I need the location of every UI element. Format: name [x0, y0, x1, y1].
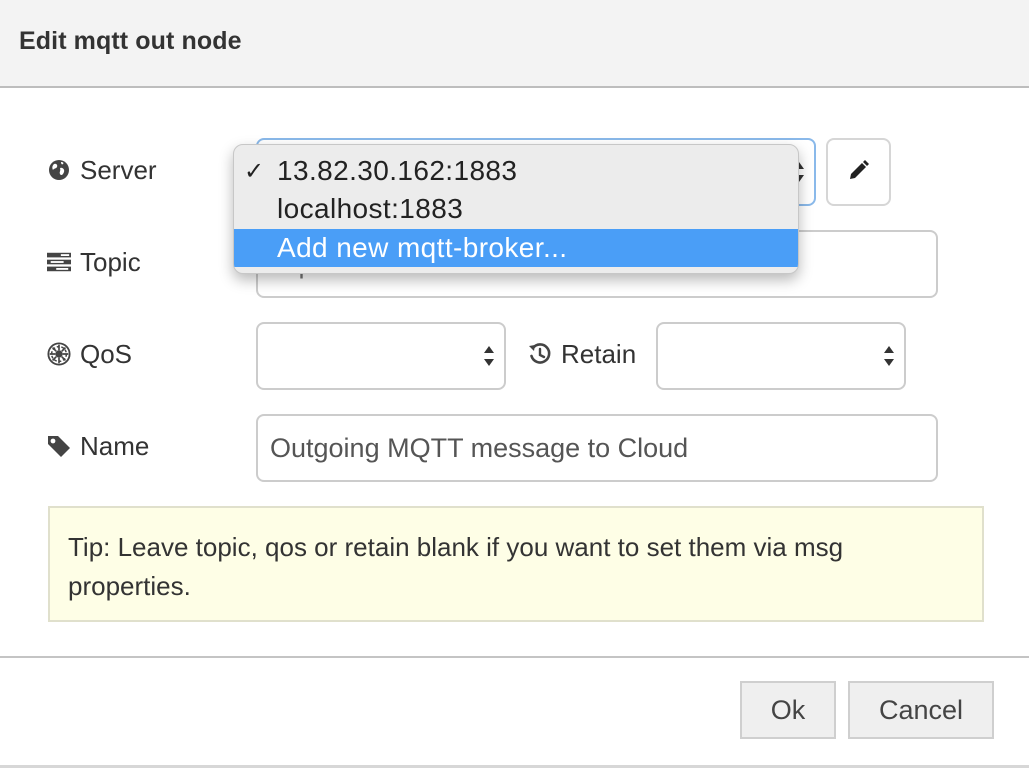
- topic-label: Topic: [80, 246, 141, 277]
- edit-node-dialog: Edit mqtt out node Server Topic Topic Qo…: [0, 0, 1029, 768]
- server-option-1[interactable]: ✓ 13.82.30.162:1883: [234, 152, 798, 190]
- empire-icon: [47, 342, 71, 366]
- dialog-title: Edit mqtt out node: [19, 27, 242, 55]
- tasks-icon: [47, 250, 71, 274]
- server-option-label: 13.82.30.162:1883: [277, 155, 518, 186]
- ok-button[interactable]: Ok: [740, 681, 836, 739]
- tip-text: Tip: Leave topic, qos or retain blank if…: [68, 532, 844, 601]
- server-option-add-new[interactable]: Add new mqtt-broker...: [234, 229, 798, 267]
- server-option-label: localhost:1883: [277, 193, 464, 224]
- pencil-icon: [848, 159, 870, 186]
- name-field[interactable]: [256, 414, 938, 482]
- server-dropdown-menu: ✓ 13.82.30.162:1883 localhost:1883 Add n…: [233, 144, 799, 274]
- retain-row-label: Retain: [528, 336, 636, 372]
- cancel-button[interactable]: Cancel: [848, 681, 994, 739]
- topic-row-label: Topic: [47, 244, 141, 280]
- select-arrows-icon: [484, 346, 494, 366]
- qos-select[interactable]: [256, 322, 506, 390]
- retain-select[interactable]: [656, 322, 906, 390]
- server-label: Server: [80, 154, 157, 185]
- qos-row-label: QoS: [47, 336, 132, 372]
- name-label: Name: [80, 430, 150, 461]
- qos-label: QoS: [80, 338, 133, 369]
- tag-icon: [47, 434, 71, 458]
- tip-box: Tip: Leave topic, qos or retain blank if…: [48, 506, 984, 622]
- dialog-titlebar: Edit mqtt out node: [0, 0, 1029, 88]
- globe-icon: [47, 158, 71, 182]
- server-option-2[interactable]: localhost:1883: [234, 190, 798, 228]
- checkmark-icon: ✓: [244, 157, 265, 185]
- retain-label: Retain: [561, 338, 637, 369]
- history-icon: [528, 342, 552, 366]
- name-row-label: Name: [47, 428, 149, 464]
- server-row-label: Server: [47, 152, 157, 188]
- select-arrows-icon: [884, 346, 894, 366]
- name-input[interactable]: [258, 416, 936, 480]
- footer-divider: [0, 656, 1029, 658]
- edit-server-button[interactable]: [826, 138, 891, 206]
- server-option-label: Add new mqtt-broker...: [277, 232, 568, 263]
